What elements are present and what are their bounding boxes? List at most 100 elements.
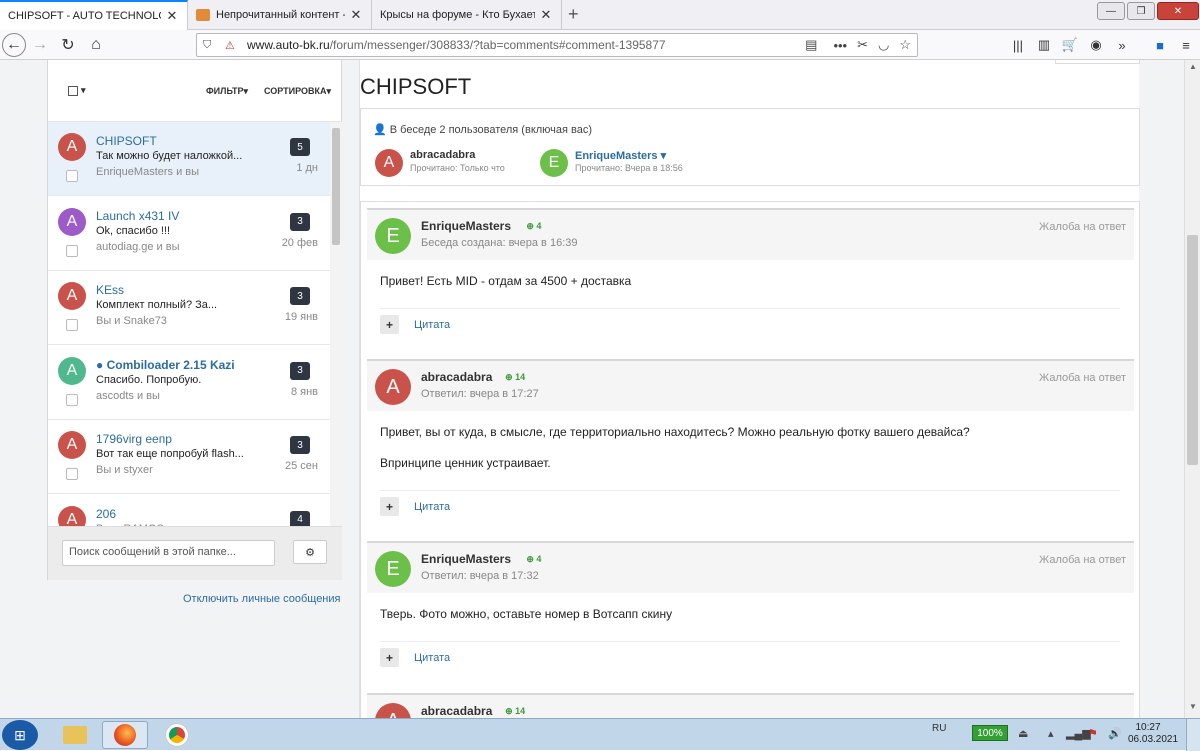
conversation-checkbox[interactable] xyxy=(66,319,78,331)
filter-dropdown[interactable]: ФИЛЬТР▾ xyxy=(206,86,248,97)
restore-button[interactable]: ❐ xyxy=(1127,2,1155,20)
conversation-title[interactable]: Launch x431 IV xyxy=(96,209,179,223)
start-button[interactable]: ⊞ xyxy=(2,720,38,750)
scroll-up-arrow[interactable]: ▲ xyxy=(1185,62,1200,76)
message-author[interactable]: EnriqueMasters xyxy=(421,552,511,566)
report-link[interactable]: Жалоба на ответ xyxy=(1039,372,1126,384)
minimize-button[interactable]: — xyxy=(1097,2,1125,20)
back-button[interactable]: ← xyxy=(2,32,26,57)
new-tab-button[interactable]: + xyxy=(568,4,579,25)
reader-view-icon[interactable]: ▤ xyxy=(805,37,817,53)
quote-button[interactable]: Цитата xyxy=(414,501,450,513)
conversation-item[interactable]: A Launch x431 IV Ok, спасибо !!! autodiag.g… xyxy=(48,196,330,271)
avatar[interactable]: A xyxy=(58,133,86,161)
avatar[interactable]: A xyxy=(58,207,86,236)
avatar[interactable]: A xyxy=(58,431,86,459)
close-icon[interactable]: ✕ xyxy=(539,7,553,23)
forward-button[interactable]: → xyxy=(26,32,54,58)
clock[interactable]: 10:27 06.03.2021 xyxy=(1128,722,1178,746)
page-scrollbar-thumb[interactable] xyxy=(1187,235,1198,465)
account-icon[interactable]: ◉ xyxy=(1086,35,1106,55)
member-name[interactable]: EnriqueMasters ▾ xyxy=(575,149,666,162)
volume-icon[interactable]: 🔊 xyxy=(1108,727,1122,740)
tab-unread-content[interactable]: Непрочитанный контент - Фо ✕ xyxy=(188,0,372,30)
avatar[interactable]: E xyxy=(540,149,568,177)
conversation-item[interactable]: A206Вы и RAMOS4 xyxy=(48,494,330,526)
message-author[interactable]: abracadabra xyxy=(421,370,492,384)
page-actions-icon[interactable]: ••• xyxy=(833,38,847,53)
window-close-button[interactable]: ✕ xyxy=(1157,2,1199,20)
multiquote-plus-button[interactable]: + xyxy=(380,497,399,516)
avatar[interactable]: A xyxy=(375,149,403,177)
report-link[interactable]: Жалоба на ответ xyxy=(1039,554,1126,566)
network-icon[interactable]: ▂▄▆ xyxy=(1066,727,1091,740)
disable-messages-link[interactable]: Отключить личные сообщения xyxy=(183,593,341,605)
avatar[interactable]: E xyxy=(375,218,411,254)
message-author[interactable]: abracadabra xyxy=(421,704,492,718)
sidebar-icon[interactable]: ▥ xyxy=(1034,35,1054,55)
conversation-item[interactable]: A CHIPSOFT Так можно будет наложкой... Enri… xyxy=(48,122,330,196)
page-scrollbar[interactable]: ▲ ▼ xyxy=(1184,60,1200,718)
extensions-icon[interactable]: ■ xyxy=(1150,35,1170,55)
multiquote-plus-button[interactable]: + xyxy=(380,648,399,667)
list-scrollbar[interactable] xyxy=(330,122,342,526)
conversation-item[interactable]: A ● Combiloader 2.15 Kazi Спасибо. Попробу… xyxy=(48,345,330,420)
overflow-icon[interactable]: » xyxy=(1112,35,1132,55)
tab-chipsoft[interactable]: CHIPSOFT - AUTO TECHNOLOGY ✕ xyxy=(0,0,188,30)
avatar[interactable]: A xyxy=(375,369,411,405)
avatar[interactable]: A xyxy=(58,356,86,385)
conversation-item[interactable]: A KEss Комплект полный? За... Вы и Snake73 3… xyxy=(48,271,330,345)
shield-icon[interactable]: ⛉ xyxy=(203,39,219,52)
bookmark-star-icon[interactable]: ☆ xyxy=(899,37,911,53)
gear-icon[interactable]: ⚙ xyxy=(293,540,327,564)
report-link[interactable]: Жалоба на ответ xyxy=(1039,221,1126,233)
library-icon[interactable]: ||| xyxy=(1008,35,1028,55)
show-desktop-button[interactable] xyxy=(1186,719,1200,751)
reload-button[interactable]: ↻ xyxy=(54,32,82,58)
conversation-title[interactable]: 1796virg еепр xyxy=(96,432,172,446)
screenshot-icon[interactable]: ✂ xyxy=(857,37,868,53)
address-bar[interactable]: ⛉ ⚠ www.auto-bk.ru/forum/messenger/30883… xyxy=(196,33,918,57)
close-icon[interactable]: ✕ xyxy=(165,8,179,24)
battery-indicator[interactable]: 100% xyxy=(972,725,1008,741)
multiquote-plus-button[interactable]: + xyxy=(380,315,399,334)
conversation-item[interactable]: A 1796virg еепр Вот так еще попробуй flash… xyxy=(48,420,330,494)
url-text[interactable]: www.auto-bk.ru/forum/messenger/308833/?t… xyxy=(247,38,795,52)
member-name[interactable]: abracadabra xyxy=(410,149,475,161)
url-path: /forum/messenger/308833/?tab=comments#co… xyxy=(329,38,666,52)
message-author[interactable]: EnriqueMasters xyxy=(421,219,511,233)
folder-search-input[interactable]: Поиск сообщений в этой папке... xyxy=(62,540,275,566)
firefox-taskbar-button[interactable] xyxy=(102,721,148,749)
quote-button[interactable]: Цитата xyxy=(414,652,450,664)
avatar[interactable]: A xyxy=(58,505,86,526)
chrome-taskbar-button[interactable] xyxy=(154,721,200,749)
usb-icon[interactable]: ⏏ xyxy=(1018,727,1028,740)
conversation-title[interactable]: KEss xyxy=(96,283,124,297)
language-indicator[interactable]: RU xyxy=(932,723,946,734)
conversation-title[interactable]: 206 xyxy=(96,507,116,521)
conversation-checkbox[interactable] xyxy=(66,468,78,480)
menu-icon[interactable]: ≡ xyxy=(1176,35,1196,55)
tray-chevron-icon[interactable]: ▴ xyxy=(1048,727,1054,740)
conversation-checkbox[interactable] xyxy=(66,244,78,257)
insecure-lock-icon[interactable]: ⚠ xyxy=(225,39,241,52)
scroll-down-arrow[interactable]: ▼ xyxy=(1185,702,1200,716)
avatar[interactable]: E xyxy=(375,551,411,587)
cart-icon[interactable]: 🛒 xyxy=(1060,35,1080,55)
flag-icon[interactable]: ⚑ xyxy=(1088,727,1098,740)
quote-button[interactable]: Цитата xyxy=(414,319,450,331)
chevron-down-icon[interactable]: ▾ xyxy=(81,85,86,96)
conversation-title[interactable]: CHIPSOFT xyxy=(96,134,157,148)
conversation-checkbox[interactable] xyxy=(66,393,78,406)
explorer-taskbar-button[interactable] xyxy=(52,721,98,749)
tab-forum-thread[interactable]: Крысы на форуме - Кто Бухает то ✕ xyxy=(372,0,562,30)
avatar[interactable]: A xyxy=(58,282,86,310)
pocket-icon[interactable]: ◡ xyxy=(878,37,889,53)
home-button[interactable]: ⌂ xyxy=(82,32,110,58)
close-icon[interactable]: ✕ xyxy=(349,7,363,23)
conversation-title[interactable]: ● Combiloader 2.15 Kazi xyxy=(96,358,235,372)
select-all-checkbox[interactable] xyxy=(68,85,78,96)
conversation-checkbox[interactable] xyxy=(66,170,78,182)
list-scrollbar-thumb[interactable] xyxy=(332,128,340,245)
sort-dropdown[interactable]: СОРТИРОВКА▾ xyxy=(264,86,331,97)
